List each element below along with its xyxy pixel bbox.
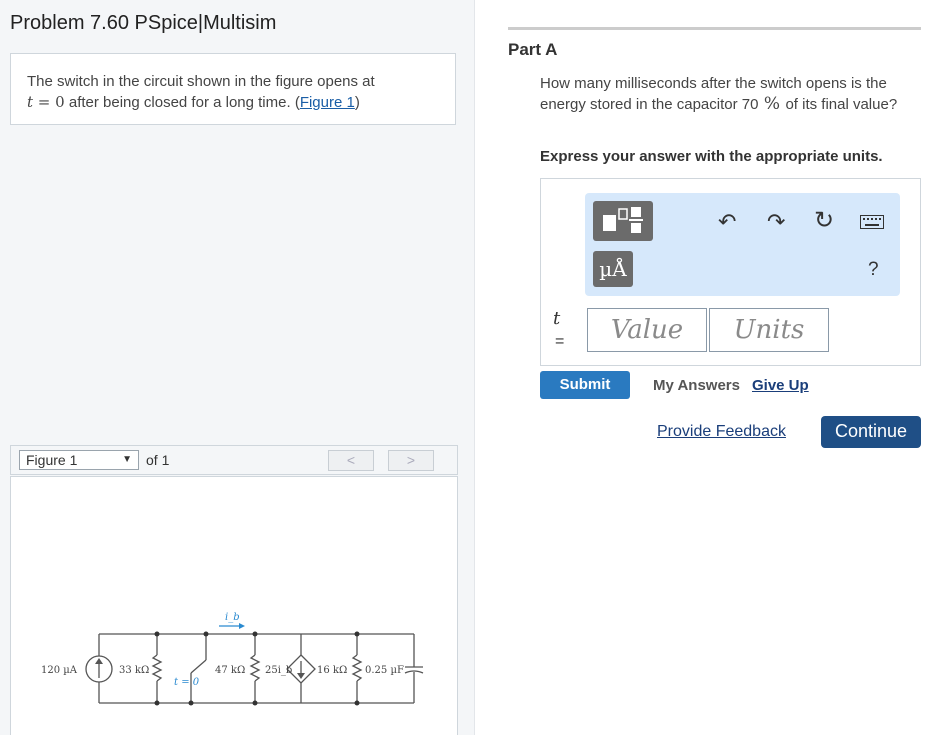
help-icon[interactable]: ? [868,259,879,281]
r2-label: 47 kΩ [215,665,245,676]
problem-panel: Problem 7.60 PSpice|Multisim The switch … [0,0,475,735]
figure-select[interactable]: Figure 1 ▼ [19,450,139,470]
provide-feedback-link[interactable]: Provide Feedback [657,423,786,441]
template-button[interactable] [593,201,653,241]
percent-symbol: % [758,94,786,114]
part-title: Part A [508,40,558,59]
instruction-text: Express your answer with the appropriate… [540,148,883,165]
template-icon [603,207,643,233]
statement-text-2: after being closed for a long time. ( [64,94,300,111]
units-input[interactable]: Units [709,308,829,352]
question-part-2: of its final value? [785,96,898,113]
r1-label: 33 kΩ [119,665,149,676]
reset-icon[interactable]: ↻ [814,209,834,233]
figure-viewer: 120 µA 33 kΩ i_b t = 0 47 kΩ 25i_b 16 kΩ… [10,476,458,735]
problem-statement: The switch in the circuit shown in the f… [10,53,456,125]
give-up-link[interactable]: Give Up [752,377,809,394]
value-input[interactable]: Value [587,308,707,352]
math-toolbar: µÅ ↶ ↷ ↻ ? [585,193,900,296]
statement-text-1: The switch in the circuit shown in the f… [27,73,375,90]
figure-select-value: Figure 1 [26,452,78,468]
answer-panel: Part A How many milliseconds after the s… [475,0,936,735]
question-text: How many milliseconds after the switch o… [540,74,925,115]
units-button[interactable]: µÅ [593,251,633,287]
statement-eq-zero: = 0 [33,93,65,111]
chevron-left-icon: < [346,452,356,468]
ib-label: i_b [225,612,240,623]
switch-label: t = 0 [174,677,200,688]
r3-label: 16 kΩ [317,665,347,676]
my-answers-link[interactable]: My Answers [653,377,740,394]
submit-button[interactable]: Submit [540,371,630,399]
figure-toolbar: Figure 1 ▼ of 1 < > [10,445,458,475]
statement-close-paren: ) [354,94,360,111]
problem-title: Problem 7.60 PSpice|Multisim [10,12,277,34]
answer-equals: = [555,333,565,350]
prev-figure-button[interactable]: < [328,450,374,471]
next-figure-button[interactable]: > [388,450,434,471]
source-label: 120 µA [41,665,78,676]
redo-icon[interactable]: ↷ [767,211,785,233]
answer-variable: t [553,308,561,329]
capacitor-label: 0.25 µF [365,665,404,676]
caret-down-icon: ▼ [122,454,132,465]
continue-button[interactable]: Continue [821,416,921,448]
figure-count: of 1 [146,452,170,468]
keyboard-icon[interactable] [860,215,884,229]
circuit-diagram: 120 µA 33 kΩ i_b t = 0 47 kΩ 25i_b 16 kΩ… [41,612,424,706]
answer-box: µÅ ↶ ↷ ↻ ? t = Value Units [540,178,921,366]
undo-icon[interactable]: ↶ [718,211,736,233]
dep-source-label: 25i_b [265,665,292,676]
figure-link[interactable]: Figure 1 [300,94,355,111]
chevron-right-icon: > [406,452,416,468]
divider [508,27,921,30]
